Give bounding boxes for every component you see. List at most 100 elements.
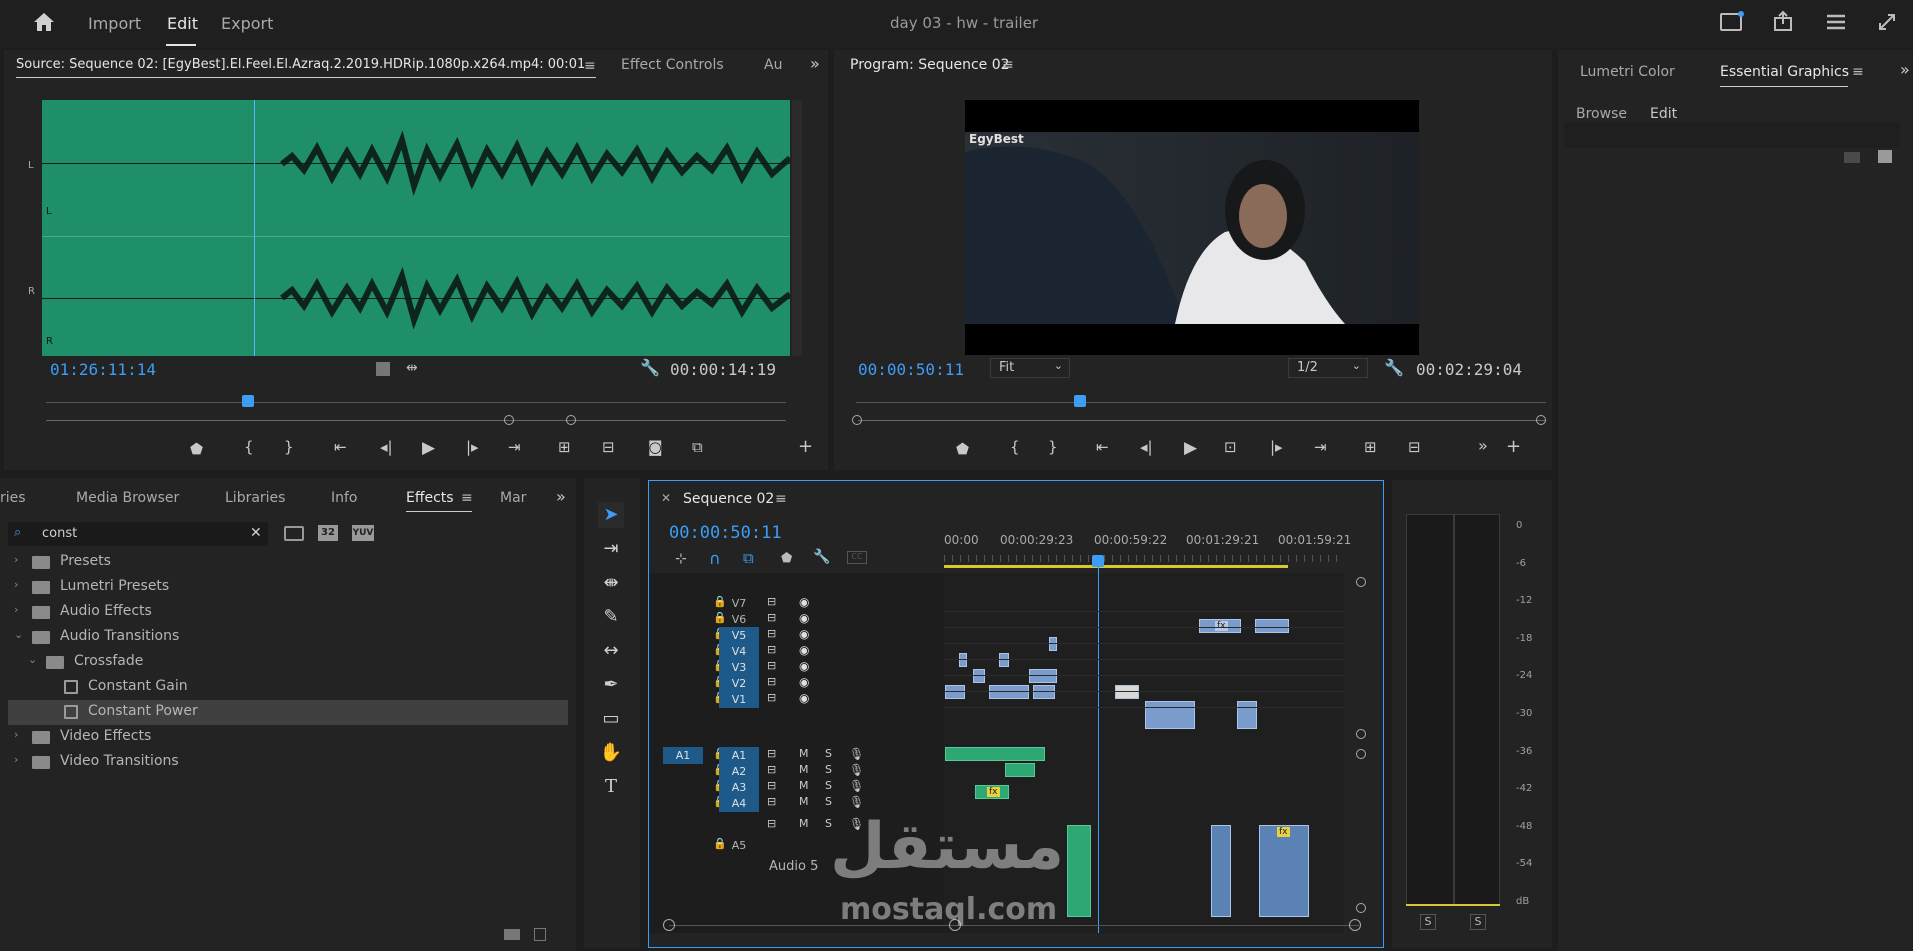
- tab-info[interactable]: Info: [331, 490, 358, 506]
- vertical-scroll-handle[interactable]: [1356, 729, 1366, 739]
- tree-folder-crossfade[interactable]: ⌄ Crossfade: [8, 650, 568, 675]
- timeline-ruler[interactable]: 00:00 00:00:29:23 00:00:59:22 00:01:29:2…: [944, 531, 1351, 571]
- drag-audio-icon[interactable]: [376, 362, 390, 376]
- program-zoom-handle-right[interactable]: [1536, 415, 1546, 425]
- 32bit-effects-badge[interactable]: 32: [318, 525, 338, 541]
- sync-lock-icon[interactable]: ⊟: [767, 763, 776, 776]
- new-layer-icon[interactable]: [1878, 150, 1892, 163]
- track-target[interactable]: V1: [719, 691, 759, 708]
- eye-icon[interactable]: ◉: [799, 675, 809, 689]
- timeline-settings-icon[interactable]: 🔧: [813, 549, 830, 565]
- tree-folder-lumetri-presets[interactable]: › Lumetri Presets: [8, 575, 568, 600]
- horizontal-scroll-handle[interactable]: [663, 919, 675, 931]
- timeline-timecode[interactable]: 00:00:50:11: [669, 523, 782, 543]
- subtab-edit[interactable]: Edit: [1650, 106, 1677, 122]
- sync-lock-icon[interactable]: ⊟: [767, 595, 776, 608]
- tab-source-menu-icon[interactable]: ≡: [584, 58, 596, 74]
- panel-overflow-icon[interactable]: »: [810, 54, 820, 73]
- sync-lock-icon[interactable]: ⊟: [767, 747, 776, 760]
- source-time-ruler[interactable]: [46, 402, 786, 410]
- panel-overflow-icon[interactable]: »: [556, 487, 566, 506]
- lift-button[interactable]: ⊞: [1364, 438, 1377, 456]
- work-area-bar[interactable]: [944, 565, 1288, 568]
- nav-export[interactable]: Export: [221, 14, 273, 33]
- eye-icon[interactable]: ◉: [799, 627, 809, 641]
- sync-lock-icon[interactable]: ⊟: [767, 691, 776, 704]
- tab-effects[interactable]: Effects: [406, 490, 454, 506]
- tab-effects-menu-icon[interactable]: ≡: [461, 490, 473, 506]
- solo-button[interactable]: S: [825, 795, 832, 808]
- tab-project-series[interactable]: ries: [0, 490, 26, 506]
- drag-both-icon[interactable]: ⇹: [406, 360, 418, 376]
- sync-lock-icon[interactable]: ⊟: [767, 817, 776, 830]
- home-icon[interactable]: [32, 11, 56, 33]
- audio-clip-unlinked[interactable]: [1211, 825, 1231, 917]
- video-clip[interactable]: [1145, 701, 1195, 729]
- video-clip[interactable]: [1115, 685, 1139, 699]
- solo-right-button[interactable]: S: [1470, 914, 1486, 930]
- program-playhead[interactable]: [1074, 395, 1086, 407]
- export-frame-icon[interactable]: ◙: [648, 438, 663, 456]
- video-clip[interactable]: [1049, 637, 1057, 651]
- source-playhead[interactable]: [242, 395, 254, 407]
- mark-in-button[interactable]: {: [1010, 438, 1020, 456]
- sync-lock-icon[interactable]: ⊟: [767, 779, 776, 792]
- source-settings-icon[interactable]: 🔧: [640, 358, 660, 377]
- accelerated-effects-icon[interactable]: [284, 526, 304, 541]
- resolution-dropdown[interactable]: 1/2 ⌄: [1288, 358, 1368, 378]
- insert-button[interactable]: ⊞: [558, 438, 571, 456]
- chevron-right-icon[interactable]: ›: [14, 603, 18, 616]
- waveform-view[interactable]: L R: [42, 100, 790, 356]
- video-clip[interactable]: [1029, 669, 1057, 683]
- chevron-right-icon[interactable]: ›: [14, 578, 18, 591]
- tab-source[interactable]: Source: Sequence 02: [EgyBest].El.Feel.E…: [16, 57, 586, 72]
- track-target[interactable]: A5: [719, 837, 759, 854]
- microphone-icon[interactable]: 🎙: [849, 747, 864, 761]
- tab-audio-clip[interactable]: Au: [764, 57, 782, 73]
- extract-button[interactable]: ⊟: [1408, 438, 1421, 456]
- eye-icon[interactable]: ◉: [799, 691, 809, 705]
- sync-lock-icon[interactable]: ⊟: [767, 795, 776, 808]
- timeline-playhead-head[interactable]: [1092, 555, 1104, 567]
- type-tool-icon[interactable]: T: [598, 774, 624, 800]
- workspaces-icon[interactable]: [1826, 13, 1846, 31]
- step-forward-button[interactable]: |▸: [1270, 438, 1283, 456]
- track-target[interactable]: A3: [719, 779, 759, 796]
- pen-tool-icon[interactable]: ✒: [598, 672, 624, 698]
- chevron-right-icon[interactable]: ›: [14, 553, 18, 566]
- tab-markers[interactable]: Mar: [500, 490, 526, 506]
- mark-in-button[interactable]: {: [244, 438, 254, 456]
- nest-toggle-icon[interactable]: ⊹: [675, 551, 687, 567]
- chevron-down-icon[interactable]: ⌄: [14, 628, 23, 641]
- tab-sequence-menu-icon[interactable]: ≡: [775, 491, 787, 507]
- solo-button[interactable]: S: [825, 763, 832, 776]
- video-clip[interactable]: [959, 653, 967, 667]
- folder-icon[interactable]: [1844, 152, 1860, 163]
- source-timecode[interactable]: 01:26:11:14: [50, 360, 156, 379]
- subtab-browse[interactable]: Browse: [1576, 106, 1627, 122]
- snap-icon[interactable]: ∩: [709, 549, 721, 568]
- search-input[interactable]: const: [42, 526, 77, 541]
- go-to-out-button[interactable]: ⇥: [1314, 438, 1327, 456]
- microphone-icon[interactable]: 🎙: [849, 779, 864, 793]
- tab-essential-graphics-menu-icon[interactable]: ≡: [1852, 64, 1864, 80]
- horizontal-scroll-handle[interactable]: [1349, 919, 1361, 931]
- tab-libraries[interactable]: Libraries: [225, 490, 285, 506]
- tab-media-browser[interactable]: Media Browser: [76, 490, 179, 506]
- tree-folder-audio-transitions[interactable]: ⌄ Audio Transitions: [8, 625, 568, 650]
- close-tab-icon[interactable]: ✕: [661, 491, 671, 505]
- audio-clip-unlinked[interactable]: [1259, 825, 1309, 917]
- overwrite-button[interactable]: ⊟: [602, 438, 615, 456]
- chevron-right-icon[interactable]: ›: [14, 753, 18, 766]
- tab-lumetri-color[interactable]: Lumetri Color: [1580, 64, 1675, 80]
- mute-button[interactable]: M: [799, 763, 809, 776]
- yuv-effects-badge[interactable]: YUV: [352, 525, 374, 541]
- audio-clip[interactable]: [1005, 763, 1035, 777]
- trash-icon[interactable]: [534, 928, 546, 941]
- track-target[interactable]: V7: [719, 595, 759, 612]
- track-target[interactable]: V5: [719, 627, 759, 644]
- sync-lock-icon[interactable]: ⊟: [767, 627, 776, 640]
- play-button[interactable]: ▶: [1184, 438, 1197, 458]
- sync-lock-icon[interactable]: ⊟: [767, 659, 776, 672]
- eye-icon[interactable]: ◉: [799, 643, 809, 657]
